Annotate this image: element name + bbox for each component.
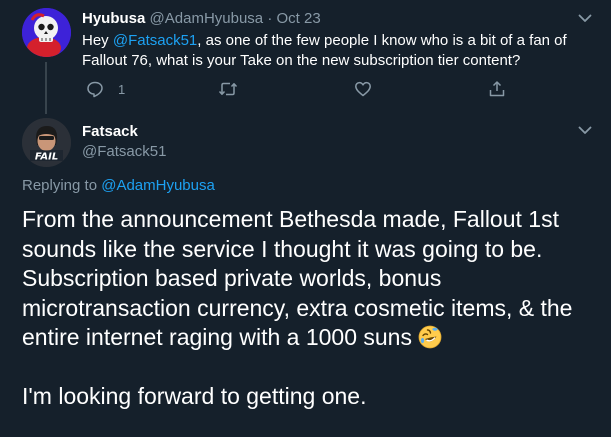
reply-count: 1 [118,81,126,97]
retweet-icon [218,82,238,96]
tweet1-text: Hey @Fatsack51, as one of the few people… [82,31,587,71]
replying-to-label: Replying to [22,177,102,194]
tweet1-author-handle[interactable]: @AdamHyubusa [150,10,264,27]
avatar-fatsack[interactable]: FAIL [22,118,71,167]
tweet2-author-handle[interactable]: @Fatsack51 [82,143,166,160]
like-button[interactable] [354,78,372,100]
fail-badge-text: FAIL [35,152,58,163]
tweet1-mention-link[interactable]: @Fatsack51 [113,32,197,49]
tweet2-paragraph-1: From the announcement Bethesda made, Fal… [22,205,597,353]
thread-connector-line [45,62,47,114]
tweet1-separator: · [263,10,277,27]
tweet1-author-name[interactable]: Hyubusa [82,10,145,27]
share-button[interactable] [488,78,506,100]
tweet1-text-prefix: Hey [82,32,113,49]
reply-button[interactable]: 1 [86,78,125,100]
reply-icon [87,81,103,98]
skull-avatar-image [22,8,71,57]
chevron-down-icon[interactable] [578,14,592,23]
tweet2-author-name[interactable]: Fatsack [82,123,138,140]
tweet-thread: Hyubusa @AdamHyubusa · Oct 23 Hey @Fatsa… [0,0,611,437]
tweet1-date[interactable]: Oct 23 [277,10,321,27]
tweet2-paragraph-1-text: From the announcement Bethesda made, Fal… [22,206,573,350]
tweet2-text: From the announcement Bethesda made, Fal… [22,205,597,412]
share-icon [489,81,505,97]
tweet1-action-bar: 1 [82,78,512,100]
fail-avatar-image: FAIL [22,118,71,167]
replying-to-mention-link[interactable]: @AdamHyubusa [101,177,215,194]
tweet1-header: Hyubusa @AdamHyubusa · Oct 23 [82,10,321,28]
chevron-down-icon[interactable] [578,126,592,135]
avatar-hyubusa[interactable] [22,8,71,57]
replying-to-line: Replying to @AdamHyubusa [22,177,215,194]
like-icon [355,81,371,97]
rolling-laughing-emoji-icon [418,325,442,349]
retweet-button[interactable] [218,78,238,100]
tweet2-paragraph-2: I'm looking forward to getting one. [22,383,367,409]
